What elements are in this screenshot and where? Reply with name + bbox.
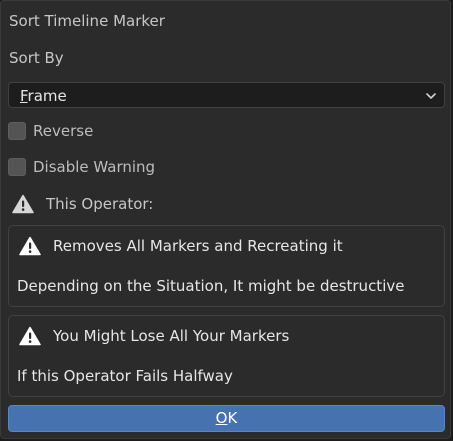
sort-by-value: Frame bbox=[20, 87, 67, 105]
ok-label-rest: K bbox=[227, 409, 238, 427]
warning-panel-lose-markers: You Might Lose All Your Markers If this … bbox=[8, 315, 445, 397]
ok-mnemonic: O bbox=[215, 409, 228, 427]
sort-timeline-marker-dialog: Sort Timeline Marker Sort By Frame Rever… bbox=[0, 0, 451, 439]
disable-warning-label: Disable Warning bbox=[33, 158, 156, 176]
warning-panel-remove-markers: Removes All Markers and Recreating it De… bbox=[8, 225, 445, 307]
disable-warning-option[interactable]: Disable Warning bbox=[8, 157, 155, 177]
sort-by-value-mnemonic: F bbox=[20, 87, 28, 105]
warning-heading: Removes All Markers and Recreating it bbox=[53, 237, 343, 255]
sort-by-label: Sort By bbox=[9, 49, 64, 67]
this-operator-label: This Operator: bbox=[46, 195, 154, 213]
warning-icon bbox=[19, 326, 41, 346]
reverse-checkbox[interactable] bbox=[8, 122, 26, 140]
warning-heading-row: You Might Lose All Your Markers bbox=[19, 326, 289, 346]
dialog-title: Sort Timeline Marker bbox=[9, 12, 165, 30]
ok-button[interactable]: OK bbox=[8, 405, 445, 432]
sort-by-value-rest: rame bbox=[27, 87, 67, 105]
warning-detail: Depending on the Situation, It might be … bbox=[17, 277, 405, 295]
warning-detail: If this Operator Fails Halfway bbox=[17, 367, 233, 385]
disable-warning-checkbox[interactable] bbox=[8, 158, 26, 176]
warning-heading-row: Removes All Markers and Recreating it bbox=[19, 236, 343, 256]
warning-icon bbox=[12, 194, 34, 214]
this-operator-row: This Operator: bbox=[12, 193, 153, 215]
sort-by-dropdown[interactable]: Frame bbox=[8, 82, 445, 108]
warning-icon bbox=[19, 236, 41, 256]
warning-heading: You Might Lose All Your Markers bbox=[53, 327, 290, 345]
reverse-option[interactable]: Reverse bbox=[8, 121, 93, 141]
reverse-label: Reverse bbox=[33, 122, 94, 140]
chevron-down-icon bbox=[426, 93, 436, 99]
